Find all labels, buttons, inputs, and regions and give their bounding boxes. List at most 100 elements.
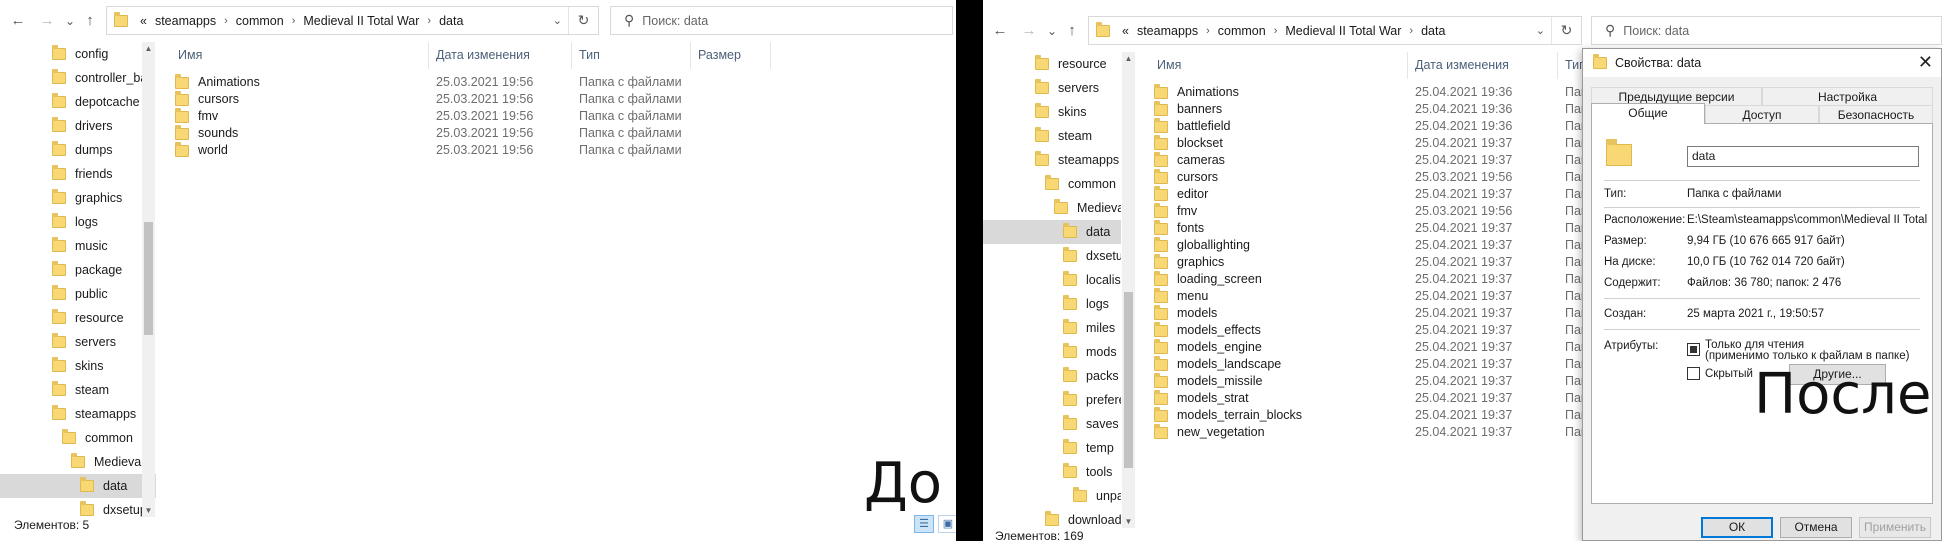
breadcrumb-overflow[interactable]: « xyxy=(1122,24,1129,38)
tree-item[interactable]: logs xyxy=(983,292,1121,316)
tree-item[interactable]: common xyxy=(983,172,1121,196)
scroll-up-icon[interactable]: ▲ xyxy=(1122,54,1135,63)
column-date[interactable]: Дата изменения xyxy=(1408,52,1558,79)
refresh-icon[interactable]: ↻ xyxy=(1551,17,1581,44)
tree-item[interactable]: music xyxy=(0,234,156,258)
recent-locations-button[interactable]: ⌄ xyxy=(62,12,78,30)
tree-item[interactable]: common xyxy=(0,426,156,450)
up-button[interactable]: ↑ xyxy=(82,12,98,30)
address-bar[interactable]: « steamapps › common › Medieval II Total… xyxy=(106,6,599,35)
breadcrumb-medieval[interactable]: Medieval II Total War xyxy=(1285,24,1401,38)
chevron-right-icon[interactable]: › xyxy=(292,15,296,27)
search-input[interactable]: ⚲ Поиск: data xyxy=(610,6,953,35)
apply-button[interactable]: Применить xyxy=(1859,517,1931,538)
tree-item[interactable]: steam xyxy=(0,378,156,402)
ok-button[interactable]: ОК xyxy=(1701,517,1773,538)
tree-item[interactable]: miles xyxy=(983,316,1121,340)
details-view-icon[interactable]: ☰ xyxy=(914,515,934,533)
tree-item[interactable]: config xyxy=(0,42,156,66)
folder-name-input[interactable]: data xyxy=(1687,146,1919,167)
tree-item[interactable]: resource xyxy=(0,306,156,330)
nav-scrollbar[interactable]: ▲ ▼ xyxy=(1122,52,1135,528)
recent-locations-button[interactable]: ⌄ xyxy=(1044,22,1060,40)
breadcrumb-medieval[interactable]: Medieval II Total War xyxy=(303,14,419,28)
up-button[interactable]: ↑ xyxy=(1064,22,1080,40)
scroll-down-icon[interactable]: ▼ xyxy=(1122,517,1135,526)
tree-item[interactable]: servers xyxy=(983,76,1121,100)
tree-item[interactable]: downloadin xyxy=(983,508,1121,528)
tree-item[interactable]: Medieval I xyxy=(0,450,156,474)
tree-item[interactable]: data xyxy=(0,474,156,498)
tree-item[interactable]: skins xyxy=(0,354,156,378)
tree-item[interactable]: saves xyxy=(983,412,1121,436)
scroll-thumb[interactable] xyxy=(144,222,153,335)
readonly-checkbox[interactable] xyxy=(1687,343,1700,356)
column-name[interactable]: Имя xyxy=(1150,52,1408,79)
tab-customize[interactable]: Настройка xyxy=(1762,87,1933,105)
back-button[interactable]: ← xyxy=(10,12,26,30)
tree-item[interactable]: steamapps xyxy=(0,402,156,426)
scroll-up-icon[interactable]: ▲ xyxy=(142,44,155,53)
tree-item[interactable]: tools xyxy=(983,460,1121,484)
tree-item[interactable]: mods xyxy=(983,340,1121,364)
tree-item[interactable]: graphics xyxy=(0,186,156,210)
chevron-right-icon[interactable]: › xyxy=(427,15,431,27)
chevron-right-icon[interactable]: › xyxy=(1206,25,1210,37)
tree-item[interactable]: steam xyxy=(983,124,1121,148)
file-row[interactable]: world 25.03.2021 19:56 Папка с файлами xyxy=(171,140,771,161)
tree-item[interactable]: controller_ba xyxy=(0,66,156,90)
tree-item[interactable]: unpack xyxy=(983,484,1121,508)
tree-item[interactable]: drivers xyxy=(0,114,156,138)
chevron-right-icon[interactable]: › xyxy=(224,15,228,27)
tab-general[interactable]: Общие xyxy=(1591,103,1705,124)
address-bar[interactable]: « steamapps › common › Medieval II Total… xyxy=(1088,16,1582,45)
tree-item[interactable]: packs xyxy=(983,364,1121,388)
breadcrumb-common[interactable]: common xyxy=(1218,24,1266,38)
back-button[interactable]: ← xyxy=(992,22,1008,40)
breadcrumb-steamapps[interactable]: steamapps xyxy=(155,14,216,28)
breadcrumb-overflow[interactable]: « xyxy=(140,14,147,28)
tree-item[interactable]: public xyxy=(0,282,156,306)
tree-item[interactable]: skins xyxy=(983,100,1121,124)
tab-sharing[interactable]: Доступ xyxy=(1705,105,1819,123)
tree-item[interactable]: dumps xyxy=(0,138,156,162)
column-date[interactable]: Дата изменения xyxy=(429,42,572,69)
refresh-icon[interactable]: ↻ xyxy=(568,7,598,34)
file-row[interactable]: new_vegetation 25.04.2021 19:37 Пап xyxy=(1150,422,1650,443)
breadcrumb-data[interactable]: data xyxy=(439,14,463,28)
tree-item[interactable]: friends xyxy=(0,162,156,186)
forward-button[interactable]: → xyxy=(1021,22,1037,40)
scroll-down-icon[interactable]: ▼ xyxy=(142,506,155,515)
chevron-right-icon[interactable]: › xyxy=(1274,25,1278,37)
tree-item[interactable]: resource xyxy=(983,52,1121,76)
breadcrumb-common[interactable]: common xyxy=(236,14,284,28)
address-dropdown-icon[interactable]: ⌄ xyxy=(553,14,562,27)
column-type[interactable]: Тип xyxy=(572,42,691,69)
forward-button[interactable]: → xyxy=(39,12,55,30)
tree-item[interactable]: preferen xyxy=(983,388,1121,412)
tree-item[interactable]: Medieval I xyxy=(983,196,1121,220)
tree-item[interactable]: steamapps xyxy=(983,148,1121,172)
tree-item[interactable]: data xyxy=(983,220,1121,244)
tree-item[interactable]: temp xyxy=(983,436,1121,460)
cancel-button[interactable]: Отмена xyxy=(1780,517,1852,538)
breadcrumb-steamapps[interactable]: steamapps xyxy=(1137,24,1198,38)
tab-security[interactable]: Безопасность xyxy=(1819,105,1933,123)
nav-scrollbar[interactable]: ▲ ▼ xyxy=(142,42,155,517)
address-dropdown-icon[interactable]: ⌄ xyxy=(1536,24,1545,37)
tree-item[interactable]: logs xyxy=(0,210,156,234)
tree-item[interactable]: dxsetup xyxy=(983,244,1121,268)
tree-item[interactable]: depotcache xyxy=(0,90,156,114)
column-name[interactable]: Имя xyxy=(171,42,429,69)
tree-item[interactable]: package xyxy=(0,258,156,282)
breadcrumb-data[interactable]: data xyxy=(1421,24,1445,38)
hidden-checkbox[interactable] xyxy=(1687,367,1700,380)
tree-item[interactable]: dxsetup xyxy=(0,498,156,517)
scroll-thumb[interactable] xyxy=(1124,292,1133,468)
close-icon[interactable]: ✕ xyxy=(1918,52,1933,73)
search-input[interactable]: ⚲ Поиск: data xyxy=(1591,16,1942,45)
large-icons-view-icon[interactable]: ▣ xyxy=(938,515,956,533)
tree-item[interactable]: localised xyxy=(983,268,1121,292)
tree-item[interactable]: servers xyxy=(0,330,156,354)
column-size[interactable]: Размер xyxy=(691,42,771,69)
